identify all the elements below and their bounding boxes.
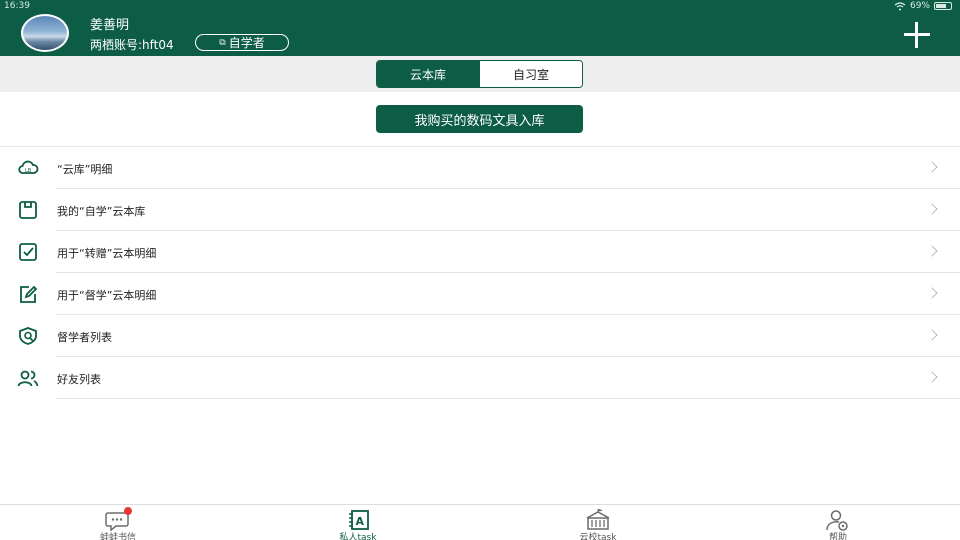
status-time: 16:39 [4, 1, 30, 11]
chevron-right-icon [926, 203, 938, 215]
menu-item-label: 我的“自学”云本库 [57, 205, 146, 218]
status-indicators: 69% [894, 1, 952, 11]
badge-icon: ⧉ [219, 37, 226, 48]
svg-text:A: A [356, 515, 365, 528]
nav-school-task[interactable]: 云校task [538, 507, 658, 540]
menu-item-label: 督学者列表 [57, 331, 112, 344]
chevron-right-icon [926, 245, 938, 257]
profile-header: 16:39 69% 姜善明 两栖账号:hft04 ⧉ 自学者 [0, 0, 960, 56]
tab-cloud-library[interactable]: 云本库 [377, 61, 479, 87]
battery-percent: 69% [909, 1, 930, 11]
notebook-a-icon: A [349, 510, 369, 530]
menu-item-supervise-details[interactable]: 用于“督学”云本明细 [0, 273, 960, 315]
wifi-icon [894, 1, 906, 10]
notification-badge [124, 507, 132, 515]
bottom-nav: 蛙蛙书信 A 私人task 云校task 帮助 [0, 504, 960, 540]
nav-private-task[interactable]: A 私人task [298, 507, 418, 540]
menu-item-label: “云库”明细 [57, 163, 113, 176]
app-root: 16:39 69% 姜善明 两栖账号:hft04 ⧉ 自学者 云本库 自习室 我… [0, 0, 960, 540]
segmented-tabs: 云本库 自习室 [376, 60, 583, 88]
chevron-right-icon [926, 287, 938, 299]
cloud-icon: LB [18, 160, 39, 174]
friends-icon [17, 370, 39, 387]
nav-label: 云校task [579, 533, 617, 540]
menu-item-label: 用于“督学”云本明细 [57, 289, 157, 302]
role-badge[interactable]: ⧉ 自学者 [195, 34, 289, 51]
tab-bar: 云本库 自习室 [0, 56, 960, 92]
user-name: 姜善明 [90, 18, 130, 33]
svg-text:LB: LB [25, 168, 32, 174]
divider [56, 398, 960, 399]
account-label: 两栖账号: [90, 38, 143, 52]
shield-icon [19, 327, 37, 345]
school-icon [586, 509, 610, 530]
import-stationery-button[interactable]: 我购买的数码文具入库 [376, 105, 583, 133]
chevron-right-icon [926, 161, 938, 173]
menu-item-gift-details[interactable]: 用于“转赠”云本明细 [0, 231, 960, 273]
tab-study-room[interactable]: 自习室 [479, 61, 582, 87]
help-user-icon [826, 510, 848, 531]
notebook-check-icon [19, 243, 37, 261]
menu-item-friend-list[interactable]: 好友列表 [0, 357, 960, 399]
nav-letters[interactable]: 蛙蛙书信 [58, 507, 178, 540]
chevron-right-icon [926, 371, 938, 383]
notebook-icon [19, 201, 37, 219]
menu-list: LB “云库”明细 我的“自学”云本库 用于“转赠”云本明细 用于“督学”云本明… [0, 147, 960, 399]
add-button[interactable] [904, 22, 930, 48]
menu-item-label: 好友列表 [57, 373, 101, 386]
nav-help[interactable]: 帮助 [778, 507, 898, 540]
avatar[interactable] [21, 14, 69, 52]
nav-label: 私人task [339, 533, 377, 540]
account-line: 两栖账号:hft04 [90, 36, 174, 53]
nav-label: 蛙蛙书信 [99, 533, 136, 540]
menu-item-self-study-library[interactable]: 我的“自学”云本库 [0, 189, 960, 231]
menu-item-label: 用于“转赠”云本明细 [57, 247, 157, 260]
edit-icon [20, 285, 38, 303]
battery-icon [934, 2, 952, 10]
role-badge-label: 自学者 [228, 36, 265, 50]
nav-label: 帮助 [828, 533, 847, 540]
chevron-right-icon [926, 329, 938, 341]
menu-item-supervisor-list[interactable]: 督学者列表 [0, 315, 960, 357]
account-id: hft04 [142, 38, 174, 52]
menu-item-cloud-details[interactable]: LB “云库”明细 [0, 147, 960, 189]
